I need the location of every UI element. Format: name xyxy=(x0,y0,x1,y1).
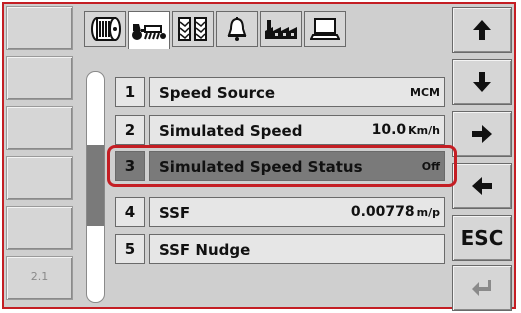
esc-button[interactable]: ESC xyxy=(452,215,512,261)
row-number: 5 xyxy=(115,234,145,264)
version-label: 2.1 xyxy=(30,270,49,283)
row-unit: Km/h xyxy=(408,124,440,137)
row-value: MCM xyxy=(410,86,440,99)
tractor-implement-icon xyxy=(132,23,166,40)
scrollbar-thumb[interactable] xyxy=(87,145,104,226)
left-softkey-5[interactable] xyxy=(6,206,73,250)
left-softkey-4[interactable] xyxy=(6,156,73,200)
left-softkey-6[interactable]: 2.1 xyxy=(6,256,73,300)
row-name: SSF xyxy=(159,204,191,222)
row-name: SSF Nudge xyxy=(159,241,251,259)
row-field[interactable]: SSF Nudge xyxy=(149,234,445,264)
selection-highlight xyxy=(107,145,457,187)
row-field[interactable]: SSF 0.00778 m/p xyxy=(149,197,445,227)
arrow-down-button[interactable] xyxy=(452,59,512,105)
row-unit: m/p xyxy=(416,206,440,219)
esc-label: ESC xyxy=(460,226,504,250)
enter-icon xyxy=(472,280,491,296)
tab-display[interactable] xyxy=(304,11,346,47)
arrow-up-button[interactable] xyxy=(452,7,512,53)
left-softkey-1[interactable] xyxy=(6,6,73,50)
arrow-left-button[interactable] xyxy=(452,163,512,209)
left-softkey-2[interactable] xyxy=(6,56,73,100)
arrow-right-icon xyxy=(472,125,492,143)
tire-icon xyxy=(91,17,121,41)
row-name: Speed Source xyxy=(159,84,276,102)
row-field[interactable]: Speed Source MCM xyxy=(149,77,445,107)
row-number: 4 xyxy=(115,197,145,227)
arrow-down-icon xyxy=(473,72,491,92)
left-softkey-3[interactable] xyxy=(6,106,73,150)
tab-tractor-implement[interactable] xyxy=(128,11,170,49)
row-number: 1 xyxy=(115,77,145,107)
enter-button[interactable] xyxy=(452,265,512,311)
row-field[interactable]: Simulated Speed 10.0 Km/h xyxy=(149,115,445,145)
tab-tire[interactable] xyxy=(84,11,126,47)
arrow-right-button[interactable] xyxy=(452,111,512,157)
row-value: 0.00778 m/p xyxy=(350,204,440,220)
row-number: 2 xyxy=(115,115,145,145)
tracks-icon xyxy=(178,17,207,41)
row-name: Simulated Speed xyxy=(159,122,303,140)
tab-factory[interactable] xyxy=(260,11,302,47)
tab-tracks[interactable] xyxy=(172,11,214,47)
row-value: 10.0 Km/h xyxy=(371,122,440,138)
arrow-left-icon xyxy=(472,177,492,195)
arrow-up-icon xyxy=(473,20,491,40)
monitor-icon xyxy=(310,18,340,40)
tab-alarms[interactable] xyxy=(216,11,258,47)
factory-icon xyxy=(265,20,297,39)
bell-icon xyxy=(227,17,247,41)
